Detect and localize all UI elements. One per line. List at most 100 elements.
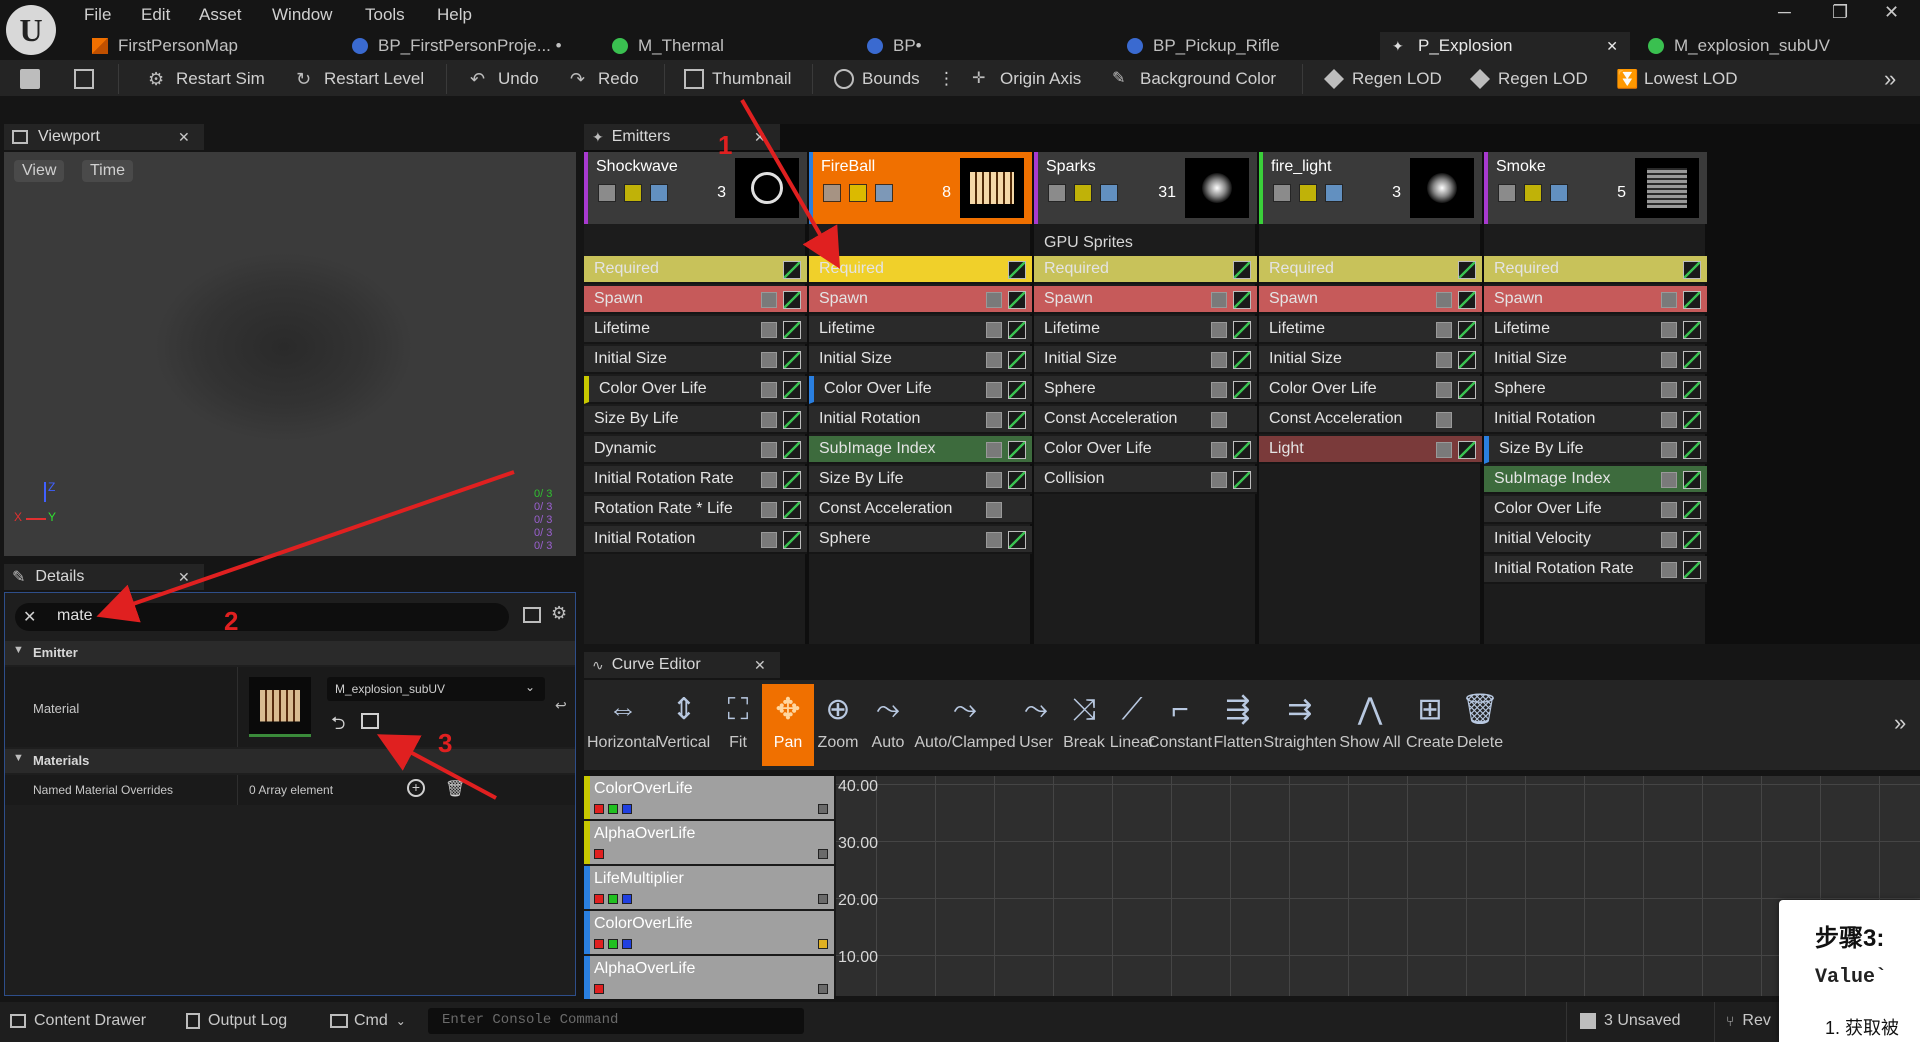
module-enable-checkbox[interactable] — [1661, 292, 1677, 308]
module-row[interactable]: Lifetime — [1484, 316, 1707, 344]
details-tab[interactable]: ✎ Details ✕ — [4, 564, 204, 590]
curve-auto-button[interactable]: ⤳ Auto — [862, 684, 914, 766]
module-row[interactable]: Lifetime — [809, 316, 1032, 344]
curve-graph-icon[interactable] — [783, 261, 801, 279]
curve-show-all-button[interactable]: ⋀ Show All — [1339, 684, 1400, 766]
emitters-tab[interactable]: ✦ Emitters ✕ — [584, 124, 780, 150]
settings-gear-icon[interactable]: ⚙ — [551, 603, 567, 624]
close-window-icon[interactable]: ✕ — [1884, 2, 1899, 23]
curve-graph-icon[interactable] — [1683, 531, 1701, 549]
module-row[interactable]: Color Over Life — [809, 376, 1032, 404]
menu-help[interactable]: Help — [437, 5, 472, 25]
curve-visibility-toggle[interactable] — [818, 939, 828, 949]
module-row[interactable]: Collision — [1034, 466, 1257, 494]
module-row[interactable]: Size By Life — [809, 466, 1032, 494]
details-search-input[interactable]: ✕ mate — [15, 603, 509, 631]
module-enable-checkbox[interactable] — [761, 352, 777, 368]
curve-graph-icon[interactable] — [1683, 291, 1701, 309]
curve-graph-icon[interactable] — [1233, 291, 1251, 309]
table-view-icon[interactable] — [523, 607, 541, 623]
undo-button[interactable]: ↶ Undo — [470, 67, 539, 91]
module-enable-checkbox[interactable] — [1436, 292, 1452, 308]
curve-graph-icon[interactable] — [1683, 411, 1701, 429]
curve-horizontal-button[interactable]: ⇔ Horizontal — [587, 684, 659, 766]
tab-bp-pickup-rifle[interactable]: BP_Pickup_Rifle — [1115, 32, 1365, 60]
module-enable-checkbox[interactable] — [1661, 502, 1677, 518]
module-enable-checkbox[interactable] — [761, 502, 777, 518]
curve-graph-icon[interactable] — [1233, 381, 1251, 399]
curve-track-row[interactable]: LifeMultiplier — [584, 866, 834, 909]
lowest-lod-button[interactable]: ⏬ Lowest LOD — [1616, 67, 1738, 91]
curve-vertical-button[interactable]: ⇕ Vertical — [658, 684, 710, 766]
curve-graph-icon[interactable] — [783, 321, 801, 339]
tab-bp[interactable]: BP• — [855, 32, 1105, 60]
module-row[interactable]: Spawn — [1259, 286, 1482, 314]
module-row[interactable]: Initial Rotation Rate — [1484, 556, 1707, 584]
close-viewport-icon[interactable]: ✕ — [178, 129, 190, 146]
unsaved-button[interactable]: 3 Unsaved — [1580, 1012, 1681, 1030]
module-row[interactable]: Sphere — [1484, 376, 1707, 404]
content-drawer-button[interactable]: Content Drawer — [10, 1012, 146, 1030]
emitter-header[interactable]: FireBall 8 — [809, 152, 1032, 224]
module-enable-checkbox[interactable] — [986, 352, 1002, 368]
bounds-button[interactable]: Bounds — [834, 67, 920, 91]
module-row[interactable]: Const Acceleration — [809, 496, 1032, 524]
module-enable-checkbox[interactable] — [1211, 322, 1227, 338]
curve-graph-icon[interactable] — [1458, 381, 1476, 399]
module-enable-checkbox[interactable] — [1436, 352, 1452, 368]
module-enable-checkbox[interactable] — [1211, 382, 1227, 398]
module-enable-checkbox[interactable] — [986, 442, 1002, 458]
emitter-solo-toggle[interactable] — [624, 184, 642, 202]
viewport-canvas[interactable]: View Time Z X Y 0/ 3 0/ 3 0/ 3 0/ 3 0/ 3 — [4, 152, 576, 556]
regen-lod-button-2[interactable]: Regen LOD — [1470, 67, 1588, 91]
curve-pan-button[interactable]: ✥ Pan — [762, 684, 814, 766]
trash-icon[interactable]: 🗑 — [445, 779, 465, 799]
emitter-enable-checkbox[interactable] — [1498, 184, 1516, 202]
module-row[interactable]: Light — [1259, 436, 1482, 464]
module-row[interactable]: Required — [809, 256, 1032, 284]
module-row[interactable]: Initial Rotation — [1484, 406, 1707, 434]
curve-graph-icon[interactable] — [1233, 261, 1251, 279]
module-row[interactable]: Size By Life — [584, 406, 807, 434]
curve-graph-icon[interactable] — [1008, 351, 1026, 369]
module-row[interactable]: Initial Size — [809, 346, 1032, 374]
console-command-input[interactable]: Enter Console Command — [428, 1008, 804, 1034]
curve-graph-icon[interactable] — [1008, 261, 1026, 279]
curve-graph-icon[interactable] — [1233, 321, 1251, 339]
module-row[interactable]: Initial Size — [584, 346, 807, 374]
module-row[interactable]: Required — [584, 256, 807, 284]
curve-channel-toggle[interactable] — [594, 939, 604, 949]
curve-graph-area[interactable]: ColorOverLife AlphaOverLife LifeMultiplier… — [584, 776, 1920, 999]
browse-asset-icon[interactable] — [361, 713, 379, 729]
curve-channel-toggle[interactable] — [608, 804, 618, 814]
emitter-header[interactable]: Shockwave 3 — [584, 152, 807, 224]
module-row[interactable]: Required — [1259, 256, 1482, 284]
curve-flatten-button[interactable]: ⇶ Flatten — [1212, 684, 1264, 766]
module-enable-checkbox[interactable] — [1661, 322, 1677, 338]
tab-m-thermal[interactable]: M_Thermal — [600, 32, 850, 60]
module-enable-checkbox[interactable] — [761, 412, 777, 428]
module-row[interactable]: Spawn — [809, 286, 1032, 314]
curve-graph-icon[interactable] — [1008, 291, 1026, 309]
curve-graph-icon[interactable] — [1233, 351, 1251, 369]
curve-channel-toggle[interactable] — [622, 804, 632, 814]
curve-graph-icon[interactable] — [1233, 441, 1251, 459]
viewport-tab[interactable]: Viewport ✕ — [4, 124, 204, 150]
curve-graph-icon[interactable] — [1683, 471, 1701, 489]
curve-channel-toggle[interactable] — [622, 894, 632, 904]
emitter-header[interactable]: Sparks 31 — [1034, 152, 1257, 224]
curve-visibility-toggle[interactable] — [818, 984, 828, 994]
module-enable-checkbox[interactable] — [761, 322, 777, 338]
module-enable-checkbox[interactable] — [986, 292, 1002, 308]
module-enable-checkbox[interactable] — [761, 532, 777, 548]
curve-track-row[interactable]: ColorOverLife — [584, 911, 834, 954]
curve-graph-icon[interactable] — [1008, 381, 1026, 399]
module-enable-checkbox[interactable] — [1661, 412, 1677, 428]
module-row[interactable]: Initial Rotation — [584, 526, 807, 554]
use-selected-asset-icon[interactable]: ⮌ — [331, 711, 345, 741]
time-button[interactable]: Time — [82, 160, 133, 182]
module-enable-checkbox[interactable] — [1661, 562, 1677, 578]
module-row[interactable]: Spawn — [1034, 286, 1257, 314]
menu-asset[interactable]: Asset — [199, 5, 242, 25]
module-enable-checkbox[interactable] — [986, 322, 1002, 338]
